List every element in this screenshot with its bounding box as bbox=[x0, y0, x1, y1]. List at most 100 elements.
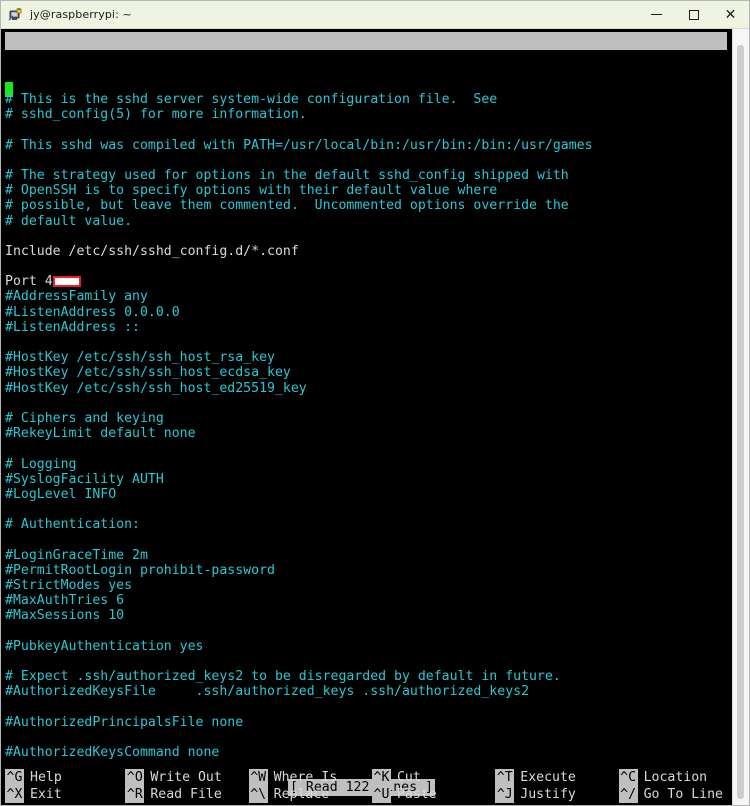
close-icon: ✕ bbox=[724, 6, 737, 23]
editor-line: # default value. bbox=[5, 214, 723, 229]
editor-line-text: #HostKey /etc/ssh/ssh_host_ed25519_key bbox=[5, 380, 307, 396]
shortcut-item[interactable]: ^K Cut bbox=[371, 769, 495, 786]
editor-line-text: Port 4 bbox=[5, 274, 53, 290]
minimize-button[interactable] bbox=[638, 1, 675, 28]
shortcut-item[interactable]: ^G Help bbox=[5, 769, 125, 786]
editor-line: Port 4 bbox=[5, 274, 723, 289]
shortcut-group: ^G Help ^X Exit bbox=[5, 769, 125, 803]
editor-line: # possible, but leave them commented. Un… bbox=[5, 198, 723, 213]
editor-line: #HostKey /etc/ssh/ssh_host_rsa_key bbox=[5, 350, 723, 365]
shortcut-group: ^O Write Out ^R Read File bbox=[125, 769, 248, 803]
editor-line-text: #HostKey /etc/ssh/ssh_host_ecdsa_key bbox=[5, 365, 291, 381]
editor-line: #HostKey /etc/ssh/ssh_host_ecdsa_key bbox=[5, 365, 723, 380]
editor-line: #PermitRootLogin prohibit-password bbox=[5, 563, 723, 578]
editor-line-text: #MaxAuthTries 6 bbox=[5, 593, 125, 609]
editor-line-text: #HostKey /etc/ssh/ssh_host_rsa_key bbox=[5, 350, 275, 366]
scrollbar-thumb[interactable] bbox=[737, 45, 744, 799]
shortcut-item[interactable]: ^U Paste bbox=[371, 786, 495, 803]
editor-line-text: #LogLevel INFO bbox=[5, 486, 117, 502]
shortcut-item[interactable]: ^C Location bbox=[618, 769, 723, 786]
editor-line-text: # OpenSSH is to specify options with the… bbox=[5, 183, 498, 199]
editor-line: # Expect .ssh/authorized_keys2 to be dis… bbox=[5, 669, 723, 684]
shortcut-label: Go To Line bbox=[643, 787, 723, 802]
editor-line: #HostKey /etc/ssh/ssh_host_ed25519_key bbox=[5, 381, 723, 396]
editor-line: # Ciphers and keying bbox=[5, 411, 723, 426]
shortcut-label: Read File bbox=[150, 787, 222, 802]
terminal-window: jy@raspberrypi: ~ ✕ GNU nano 7.2 /etc/ss… bbox=[0, 0, 750, 806]
editor-line: #ListenAddress :: bbox=[5, 320, 723, 335]
editor-line: Include /etc/ssh/sshd_config.d/*.conf bbox=[5, 244, 723, 259]
editor-line-text: # possible, but leave them commented. Un… bbox=[5, 198, 569, 214]
shortcut-label: Help bbox=[30, 770, 62, 785]
editor-line-text: #PubkeyAuthentication yes bbox=[5, 638, 204, 654]
terminal-screen[interactable]: GNU nano 7.2 /etc/ssh/sshd_config # This… bbox=[1, 29, 749, 805]
shortcut-item[interactable]: ^T Execute bbox=[495, 769, 618, 786]
shortcut-label: Justify bbox=[520, 787, 576, 802]
editor-line-text: # This sshd was compiled with PATH=/usr/… bbox=[5, 137, 593, 153]
editor-line: #AuthorizedKeysCommand none bbox=[5, 745, 723, 760]
close-button[interactable]: ✕ bbox=[712, 1, 749, 28]
editor-text-area[interactable]: # This is the sshd server system-wide co… bbox=[5, 92, 723, 760]
editor-line-text: #StrictModes yes bbox=[5, 578, 133, 593]
editor-line-text: # sshd_config(5) for more information. bbox=[5, 107, 307, 123]
minimize-icon bbox=[651, 14, 662, 15]
shortcut-label: Exit bbox=[30, 787, 62, 802]
shortcut-key: ^J bbox=[495, 786, 515, 803]
shortcut-item[interactable]: ^W Where Is bbox=[248, 769, 372, 786]
editor-line: # This sshd was compiled with PATH=/usr/… bbox=[5, 138, 723, 153]
window-titlebar[interactable]: jy@raspberrypi: ~ ✕ bbox=[1, 1, 749, 29]
editor-line-text: # Authentication: bbox=[5, 517, 140, 533]
editor-line: #PubkeyAuthentication yes bbox=[5, 639, 723, 654]
maximize-button[interactable] bbox=[675, 1, 712, 28]
shortcut-item[interactable]: ^/ Go To Line bbox=[618, 786, 723, 803]
editor-line: # Authentication: bbox=[5, 517, 723, 532]
editor-line-text: #ListenAddress 0.0.0.0 bbox=[5, 304, 180, 320]
editor-line: #AuthorizedPrincipalsFile none bbox=[5, 715, 723, 730]
vertical-scrollbar[interactable] bbox=[732, 29, 749, 805]
editor-line-text: #ListenAddress :: bbox=[5, 319, 140, 335]
shortcut-item[interactable]: ^\ Replace bbox=[248, 786, 372, 803]
shortcut-item[interactable]: ^X Exit bbox=[5, 786, 125, 803]
editor-line: #MaxSessions 10 bbox=[5, 608, 723, 623]
shortcut-item[interactable]: ^O Write Out bbox=[125, 769, 248, 786]
shortcut-key: ^T bbox=[495, 769, 515, 786]
editor-line-text: #LoginGraceTime 2m bbox=[5, 547, 148, 563]
putty-icon bbox=[7, 7, 23, 23]
shortcut-group: ^K Cut ^U Paste bbox=[371, 769, 495, 803]
nano-shortcut-bar: ^G Help ^X Exit ^O Write Out ^R Read File ^W Wher… bbox=[5, 769, 723, 803]
editor-line-text: # This is the sshd server system-wide co… bbox=[5, 92, 498, 107]
editor-line-text: #PermitRootLogin prohibit-password bbox=[5, 562, 275, 578]
shortcut-label: Location bbox=[643, 770, 708, 785]
shortcut-key: ^C bbox=[618, 769, 638, 786]
shortcut-item[interactable]: ^J Justify bbox=[495, 786, 618, 803]
shortcut-key: ^/ bbox=[618, 786, 638, 803]
shortcut-key: ^R bbox=[125, 786, 145, 803]
shortcut-key: ^X bbox=[5, 786, 24, 803]
shortcut-label: Write Out bbox=[150, 770, 222, 785]
shortcut-item[interactable]: ^R Read File bbox=[125, 786, 248, 803]
shortcut-key: ^O bbox=[125, 769, 145, 786]
redaction-box bbox=[52, 276, 81, 288]
editor-line: # Logging bbox=[5, 457, 723, 472]
editor-line-text: #AddressFamily any bbox=[5, 289, 148, 305]
editor-line: #SyslogFacility AUTH bbox=[5, 472, 723, 487]
editor-line-text: #AuthorizedKeysCommand none bbox=[5, 745, 220, 761]
shortcut-label: Cut bbox=[396, 770, 421, 785]
shortcut-key: ^W bbox=[248, 769, 268, 786]
shortcut-group: ^T Execute ^J Justify bbox=[495, 769, 618, 803]
editor-line-text: # Expect .ssh/authorized_keys2 to be dis… bbox=[5, 669, 561, 685]
editor-line: #RekeyLimit default none bbox=[5, 426, 723, 441]
shortcut-key: ^G bbox=[5, 769, 24, 786]
editor-line-text: #RekeyLimit default none bbox=[5, 426, 196, 442]
editor-line: #LogLevel INFO bbox=[5, 487, 723, 502]
